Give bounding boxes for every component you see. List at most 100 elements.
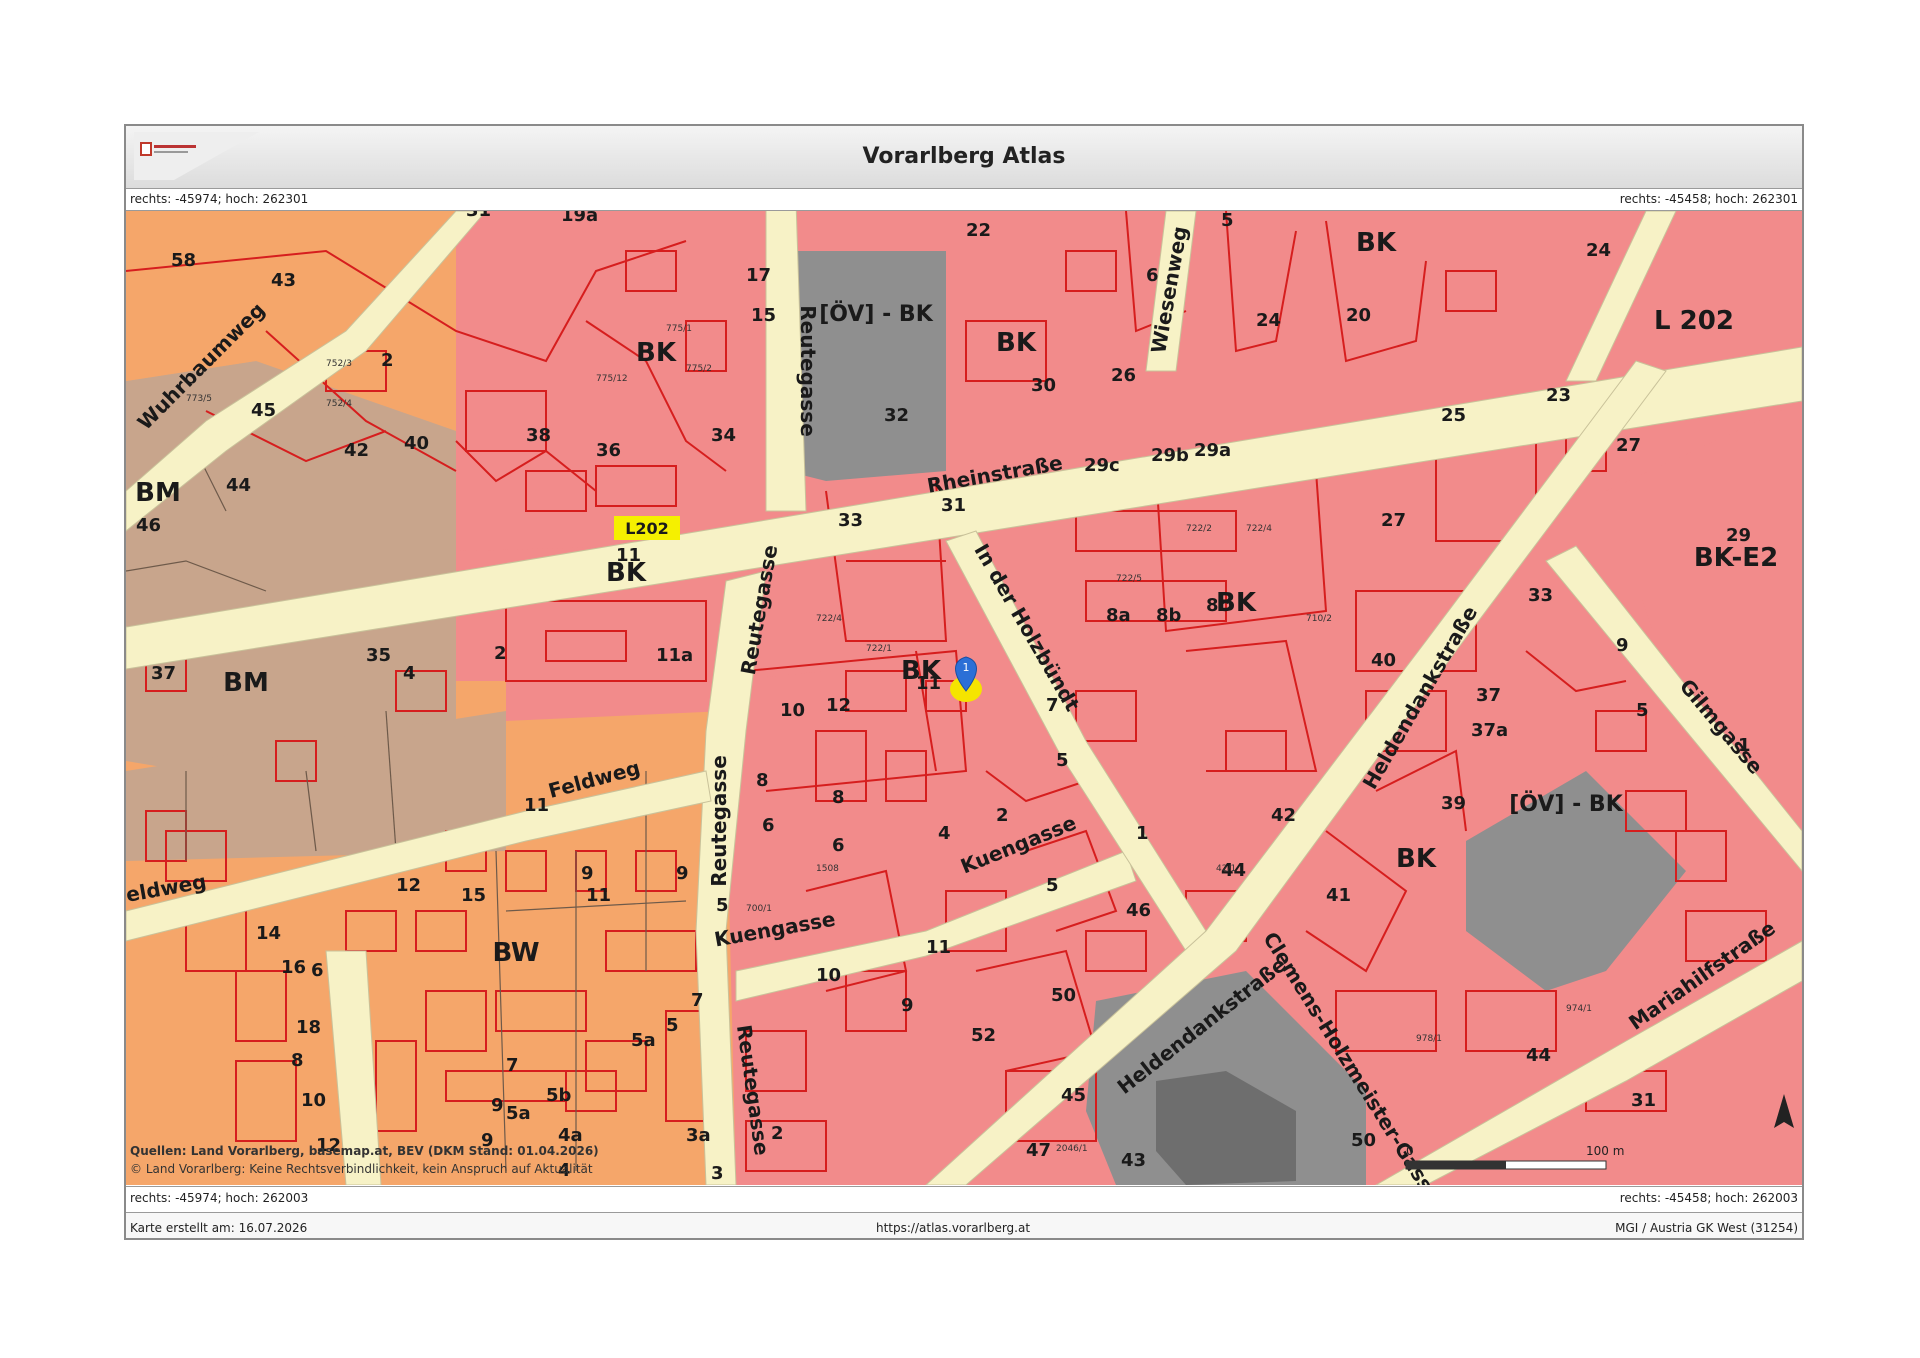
house-number: 2 bbox=[996, 805, 1009, 826]
house-number: 40 bbox=[404, 433, 429, 454]
house-number: 50 bbox=[1051, 985, 1076, 1006]
house-number: 29b bbox=[1151, 445, 1189, 466]
residential-zone-nw bbox=[126, 211, 256, 381]
projection-text: MGI / Austria GK West (31254) bbox=[1615, 1221, 1798, 1235]
svg-text:722/1: 722/1 bbox=[866, 644, 892, 654]
house-number: 29a bbox=[1194, 440, 1231, 461]
house-number: 16 bbox=[281, 957, 306, 978]
house-number: 37a bbox=[1471, 720, 1508, 741]
house-number: 44 bbox=[1526, 1045, 1551, 1066]
l202-road-label: L 202 bbox=[1654, 306, 1734, 336]
created-date: Karte erstellt am: 16.07.2026 bbox=[130, 1221, 308, 1235]
house-number: 5 bbox=[716, 895, 729, 916]
zone-label: BK bbox=[636, 338, 677, 368]
house-number: 43 bbox=[1121, 1150, 1146, 1171]
coord-top-left: rechts: -45974; hoch: 262301 bbox=[130, 192, 309, 206]
house-number: 1 bbox=[1136, 823, 1149, 844]
house-number: 24 bbox=[1586, 240, 1611, 261]
street-label: Reutegasse bbox=[796, 305, 820, 437]
house-number: 29 bbox=[1726, 525, 1751, 546]
house-number: 2 bbox=[381, 350, 394, 371]
title-bar: Vorarlberg Atlas bbox=[126, 126, 1802, 189]
coordinate-row-bottom: rechts: -45974; hoch: 262003 rechts: -45… bbox=[126, 1186, 1802, 1209]
zone-label: BK bbox=[1396, 844, 1437, 874]
house-number: 8 bbox=[756, 770, 769, 791]
house-number: 44 bbox=[226, 475, 251, 496]
house-number: 19a bbox=[561, 211, 598, 226]
sources-text: Quellen: Land Vorarlberg, basemap.at, BE… bbox=[130, 1144, 599, 1158]
house-number: 38 bbox=[526, 425, 551, 446]
house-number: 45 bbox=[1061, 1085, 1086, 1106]
atlas-url-link[interactable]: https://atlas.vorarlberg.at bbox=[876, 1221, 1030, 1235]
house-number: 30 bbox=[1031, 375, 1056, 396]
house-number: 6 bbox=[1146, 265, 1159, 286]
house-number: 25 bbox=[1441, 405, 1466, 426]
house-number: 2 bbox=[771, 1123, 784, 1144]
zone-label: BK-E2 bbox=[1694, 543, 1778, 573]
house-number: 31 bbox=[941, 495, 966, 516]
house-number: 17 bbox=[746, 265, 771, 286]
svg-text:42/1: 42/1 bbox=[1216, 864, 1236, 874]
house-number: 14 bbox=[256, 923, 281, 944]
house-number: 10 bbox=[301, 1090, 326, 1111]
house-number: 15 bbox=[461, 885, 486, 906]
zone-label: BM bbox=[135, 478, 181, 508]
house-number: 7 bbox=[1046, 695, 1059, 716]
house-number: 7 bbox=[506, 1055, 519, 1076]
map-canvas[interactable]: L202 L 202 Rheinstraße Reutegasse Reuteg… bbox=[126, 211, 1802, 1185]
zone-label: BM bbox=[223, 668, 269, 698]
svg-text:752/4: 752/4 bbox=[326, 399, 352, 409]
house-number: 5 bbox=[1636, 700, 1649, 721]
house-number: 40 bbox=[1371, 650, 1396, 671]
house-number: 7 bbox=[691, 990, 704, 1011]
mixed-zone-south-center bbox=[506, 611, 726, 721]
house-number: 9 bbox=[676, 863, 689, 884]
house-number: 10 bbox=[780, 700, 805, 721]
svg-text:722/4: 722/4 bbox=[816, 614, 842, 624]
house-number: 6 bbox=[311, 960, 324, 981]
house-number: 31 bbox=[1631, 1090, 1656, 1111]
zone-label: [ÖV] - BK bbox=[1509, 791, 1623, 817]
house-number: 41 bbox=[1326, 885, 1351, 906]
zone-label: [ÖV] - BK bbox=[819, 301, 933, 327]
house-number: 31 bbox=[466, 211, 491, 221]
house-number: 4 bbox=[938, 823, 951, 844]
svg-text:2046/1: 2046/1 bbox=[1056, 1144, 1088, 1154]
zone-label: BK bbox=[1356, 228, 1397, 258]
house-number: 8 bbox=[832, 787, 845, 808]
disclaimer-text: © Land Vorarlberg: Keine Rechtsverbindli… bbox=[130, 1162, 593, 1176]
svg-text:978/1: 978/1 bbox=[1416, 1034, 1442, 1044]
house-number: 4 bbox=[403, 663, 416, 684]
house-number: 33 bbox=[838, 510, 863, 531]
house-number: 9 bbox=[581, 863, 594, 884]
house-number: 37 bbox=[1476, 685, 1501, 706]
house-number: 11 bbox=[586, 885, 611, 906]
house-number: 6 bbox=[832, 835, 845, 856]
coord-bottom-right: rechts: -45458; hoch: 262003 bbox=[1619, 1191, 1798, 1205]
house-number: 8c bbox=[1206, 595, 1229, 616]
house-number: 46 bbox=[1126, 900, 1151, 921]
house-number: 11a bbox=[656, 645, 693, 666]
house-number: 12 bbox=[826, 695, 851, 716]
house-number: 52 bbox=[971, 1025, 996, 1046]
house-number: 35 bbox=[366, 645, 391, 666]
svg-text:974/1: 974/1 bbox=[1566, 1004, 1592, 1014]
coord-top-right: rechts: -45458; hoch: 262301 bbox=[1619, 192, 1798, 206]
house-number: 37 bbox=[151, 663, 176, 684]
house-number: 2 bbox=[494, 643, 507, 664]
scale-end: 100 m bbox=[1586, 1144, 1624, 1158]
house-number: 42 bbox=[1271, 805, 1296, 826]
house-number: 5 bbox=[1221, 211, 1234, 231]
svg-text:773/5: 773/5 bbox=[186, 394, 212, 404]
house-number: 15 bbox=[751, 305, 776, 326]
house-number: 45 bbox=[251, 400, 276, 421]
house-number: 5a bbox=[631, 1030, 656, 1051]
marker-label: 1 bbox=[963, 661, 970, 674]
atlas-frame: Vorarlberg Atlas rechts: -45974; hoch: 2… bbox=[124, 124, 1804, 1240]
house-number: 26 bbox=[1111, 365, 1136, 386]
svg-text:752/3: 752/3 bbox=[326, 359, 352, 369]
house-number: 3 bbox=[711, 1163, 724, 1184]
house-number: 5 bbox=[1056, 750, 1069, 771]
coord-bottom-left: rechts: -45974; hoch: 262003 bbox=[130, 1191, 309, 1205]
house-number: 27 bbox=[1381, 510, 1406, 531]
